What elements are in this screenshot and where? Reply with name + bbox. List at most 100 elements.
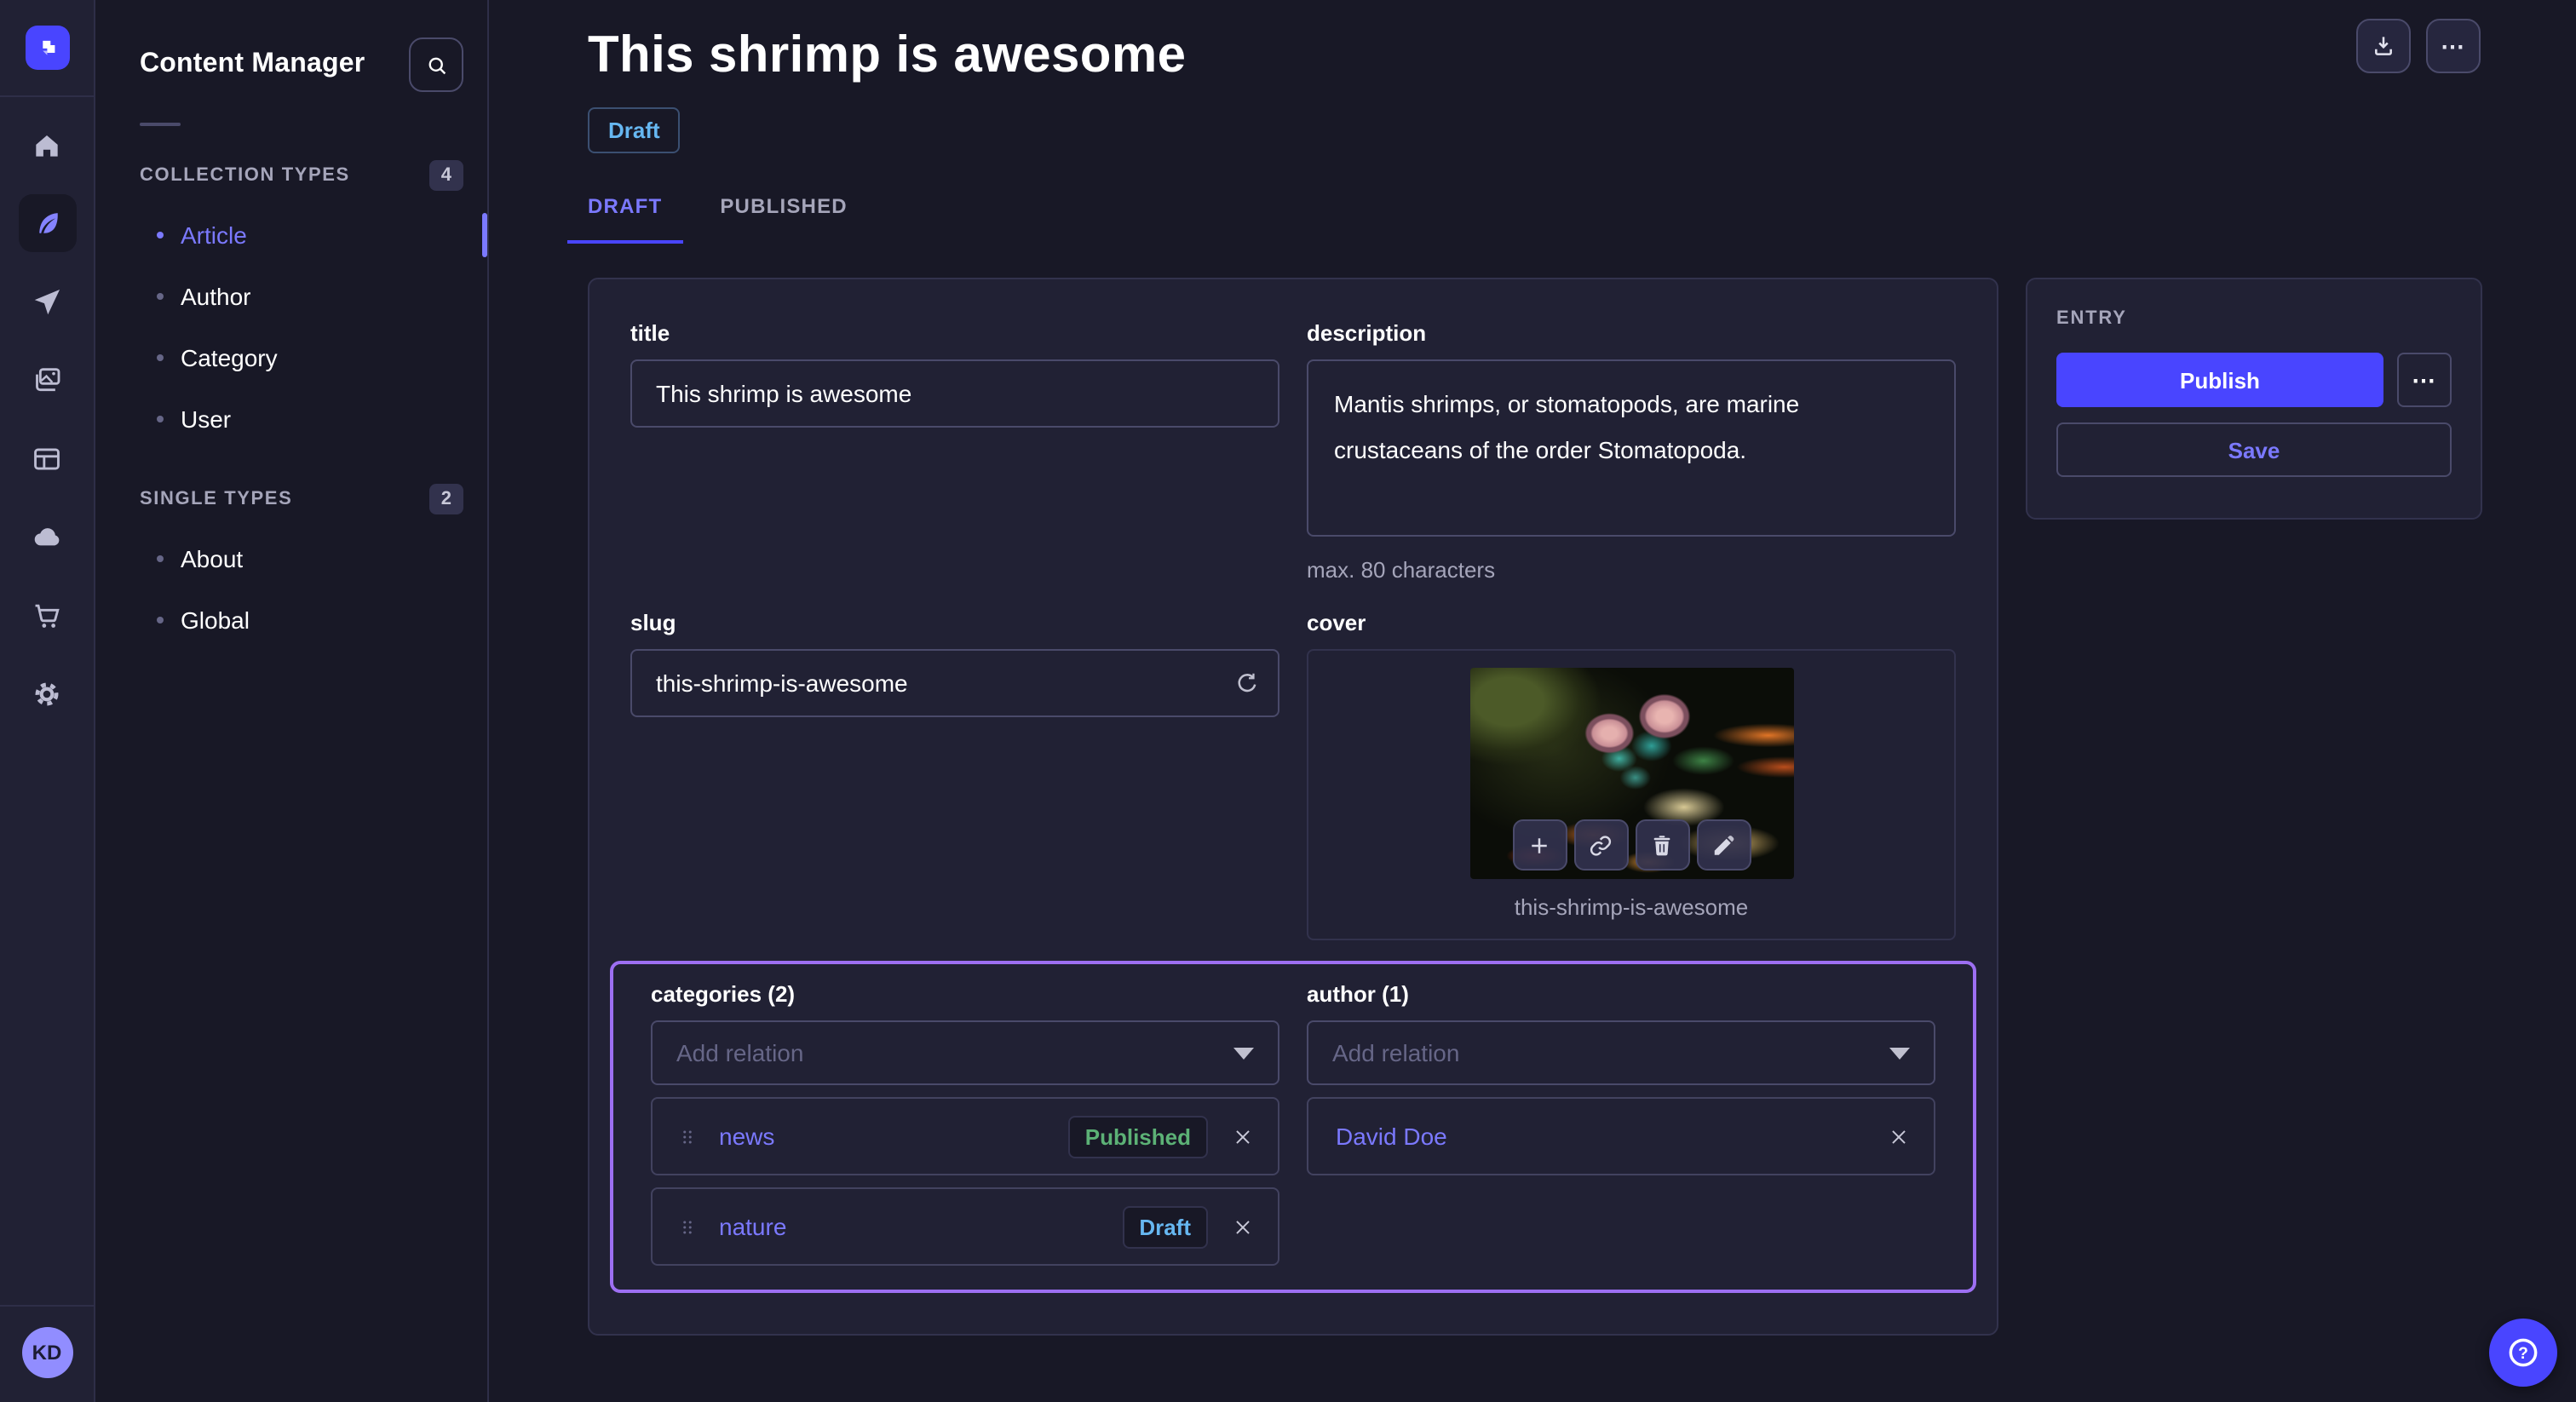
cover-field: cover xyxy=(1307,610,1956,940)
search-button[interactable] xyxy=(409,37,463,92)
relation-link[interactable]: David Doe xyxy=(1336,1123,1447,1150)
relation-item-david-doe: David Doe xyxy=(1307,1097,1935,1175)
rail-icons xyxy=(18,116,76,722)
sidebar-item-category[interactable]: Category xyxy=(95,327,487,388)
relation-item-nature: nature Draft xyxy=(651,1187,1279,1266)
relation-status-badge: Draft xyxy=(1122,1205,1208,1248)
add-relation-placeholder: Add relation xyxy=(1332,1039,1459,1066)
remove-relation-button[interactable] xyxy=(1232,1125,1254,1147)
save-button[interactable]: Save xyxy=(2056,422,2452,477)
cloud-icon[interactable] xyxy=(18,508,76,566)
regenerate-slug-button[interactable] xyxy=(1233,669,1261,697)
export-download-button[interactable] xyxy=(2356,19,2411,73)
media-library-icon[interactable] xyxy=(18,351,76,409)
app-window: KD Content Manager COLLECTION TYPES 4 Ar… xyxy=(0,0,2576,1402)
rail-divider xyxy=(0,95,95,97)
sidebar-item-label: User xyxy=(181,405,231,433)
bullet-icon xyxy=(157,555,164,562)
sidebar-item-global[interactable]: Global xyxy=(95,589,487,651)
status-badge: Draft xyxy=(588,107,681,153)
author-add-relation-select[interactable]: Add relation xyxy=(1307,1020,1935,1085)
bullet-icon xyxy=(157,293,164,300)
copy-link-button[interactable] xyxy=(1573,819,1628,871)
cover-label: cover xyxy=(1307,610,1956,635)
drag-handle-icon[interactable] xyxy=(676,1215,699,1238)
content-type-builder-icon[interactable] xyxy=(18,429,76,487)
content-manager-feather-icon[interactable] xyxy=(18,194,76,252)
publish-button[interactable]: Publish xyxy=(2056,353,2383,407)
remove-relation-button[interactable] xyxy=(1232,1215,1254,1238)
main-nav: KD xyxy=(0,0,95,1402)
header-more-button[interactable]: ⋯ xyxy=(2426,19,2481,73)
user-initials: KD xyxy=(32,1341,62,1365)
bullet-icon xyxy=(157,232,164,238)
drag-handle-icon[interactable] xyxy=(676,1125,699,1147)
chevron-down-icon xyxy=(1233,1047,1254,1059)
settings-gear-icon[interactable] xyxy=(18,664,76,722)
slug-field: slug xyxy=(630,610,1279,940)
trash-icon xyxy=(1649,832,1675,858)
bullet-icon xyxy=(157,354,164,361)
bullet-icon xyxy=(157,617,164,623)
header-actions: ⋯ xyxy=(2356,19,2481,73)
page-title: This shrimp is awesome xyxy=(588,27,2576,85)
add-relation-placeholder: Add relation xyxy=(676,1039,803,1066)
marketplace-cart-icon[interactable] xyxy=(18,586,76,644)
relation-status-badge: Published xyxy=(1068,1115,1208,1158)
cover-image xyxy=(1469,668,1793,879)
download-icon xyxy=(2370,32,2397,60)
pencil-icon xyxy=(1711,832,1736,858)
entry-panel-title: ENTRY xyxy=(2056,308,2452,329)
relation-link[interactable]: news xyxy=(719,1123,774,1150)
send-icon[interactable] xyxy=(18,273,76,330)
strapi-logo-icon xyxy=(32,32,62,63)
more-icon: ⋯ xyxy=(2412,368,2437,392)
description-hint: max. 80 characters xyxy=(1307,557,1956,583)
sidebar-item-label: Article xyxy=(181,221,247,249)
active-indicator xyxy=(482,213,487,257)
refresh-icon xyxy=(1233,669,1261,697)
description-textarea[interactable]: Mantis shrimps, or stomatopods, are mari… xyxy=(1307,359,1956,537)
subnav-divider xyxy=(140,123,181,126)
tab-published[interactable]: PUBLISHED xyxy=(699,194,868,244)
collection-types-section: COLLECTION TYPES 4 Article Author Catego… xyxy=(95,147,487,450)
title-label: title xyxy=(630,320,1279,346)
version-tabs: DRAFT PUBLISHED xyxy=(567,194,2576,244)
entry-more-button[interactable]: ⋯ xyxy=(2397,353,2452,407)
slug-input[interactable] xyxy=(630,649,1279,717)
sidebar-item-label: Global xyxy=(181,606,250,634)
entry-panel: ENTRY Publish ⋯ Save xyxy=(2026,278,2482,520)
author-field: author (1) Add relation David Doe xyxy=(1307,981,1935,1266)
strapi-logo[interactable] xyxy=(25,26,69,70)
sidebar-item-author[interactable]: Author xyxy=(95,266,487,327)
sidebar-item-about[interactable]: About xyxy=(95,528,487,589)
delete-asset-button[interactable] xyxy=(1635,819,1689,871)
description-field: description Mantis shrimps, or stomatopo… xyxy=(1307,320,1956,583)
section-label: COLLECTION TYPES xyxy=(140,165,350,186)
categories-add-relation-select[interactable]: Add relation xyxy=(651,1020,1279,1085)
user-avatar[interactable]: KD xyxy=(21,1327,72,1378)
subnav-title: Content Manager xyxy=(140,49,365,80)
close-icon xyxy=(1232,1215,1254,1238)
question-mark-icon: ? xyxy=(2504,1334,2542,1371)
author-label: author (1) xyxy=(1307,981,1935,1007)
help-button[interactable]: ? xyxy=(2489,1319,2557,1387)
tab-draft[interactable]: DRAFT xyxy=(567,194,682,244)
categories-label: categories (2) xyxy=(651,981,1279,1007)
title-input[interactable] xyxy=(630,359,1279,428)
search-icon xyxy=(423,52,449,78)
remove-relation-button[interactable] xyxy=(1888,1125,1910,1147)
sidebar-item-user[interactable]: User xyxy=(95,388,487,450)
collection-types-count-badge: 4 xyxy=(429,160,463,191)
rail-bottom-divider xyxy=(0,1305,95,1307)
home-icon[interactable] xyxy=(18,116,76,174)
close-icon xyxy=(1888,1125,1910,1147)
edit-form-card: title description Mantis shrimps, or sto… xyxy=(588,278,1998,1336)
chevron-down-icon xyxy=(1889,1047,1910,1059)
edit-asset-button[interactable] xyxy=(1696,819,1751,871)
relation-link[interactable]: nature xyxy=(719,1213,786,1240)
add-asset-button[interactable] xyxy=(1512,819,1567,871)
close-icon xyxy=(1232,1125,1254,1147)
bullet-icon xyxy=(157,416,164,422)
sidebar-item-article[interactable]: Article xyxy=(95,204,487,266)
